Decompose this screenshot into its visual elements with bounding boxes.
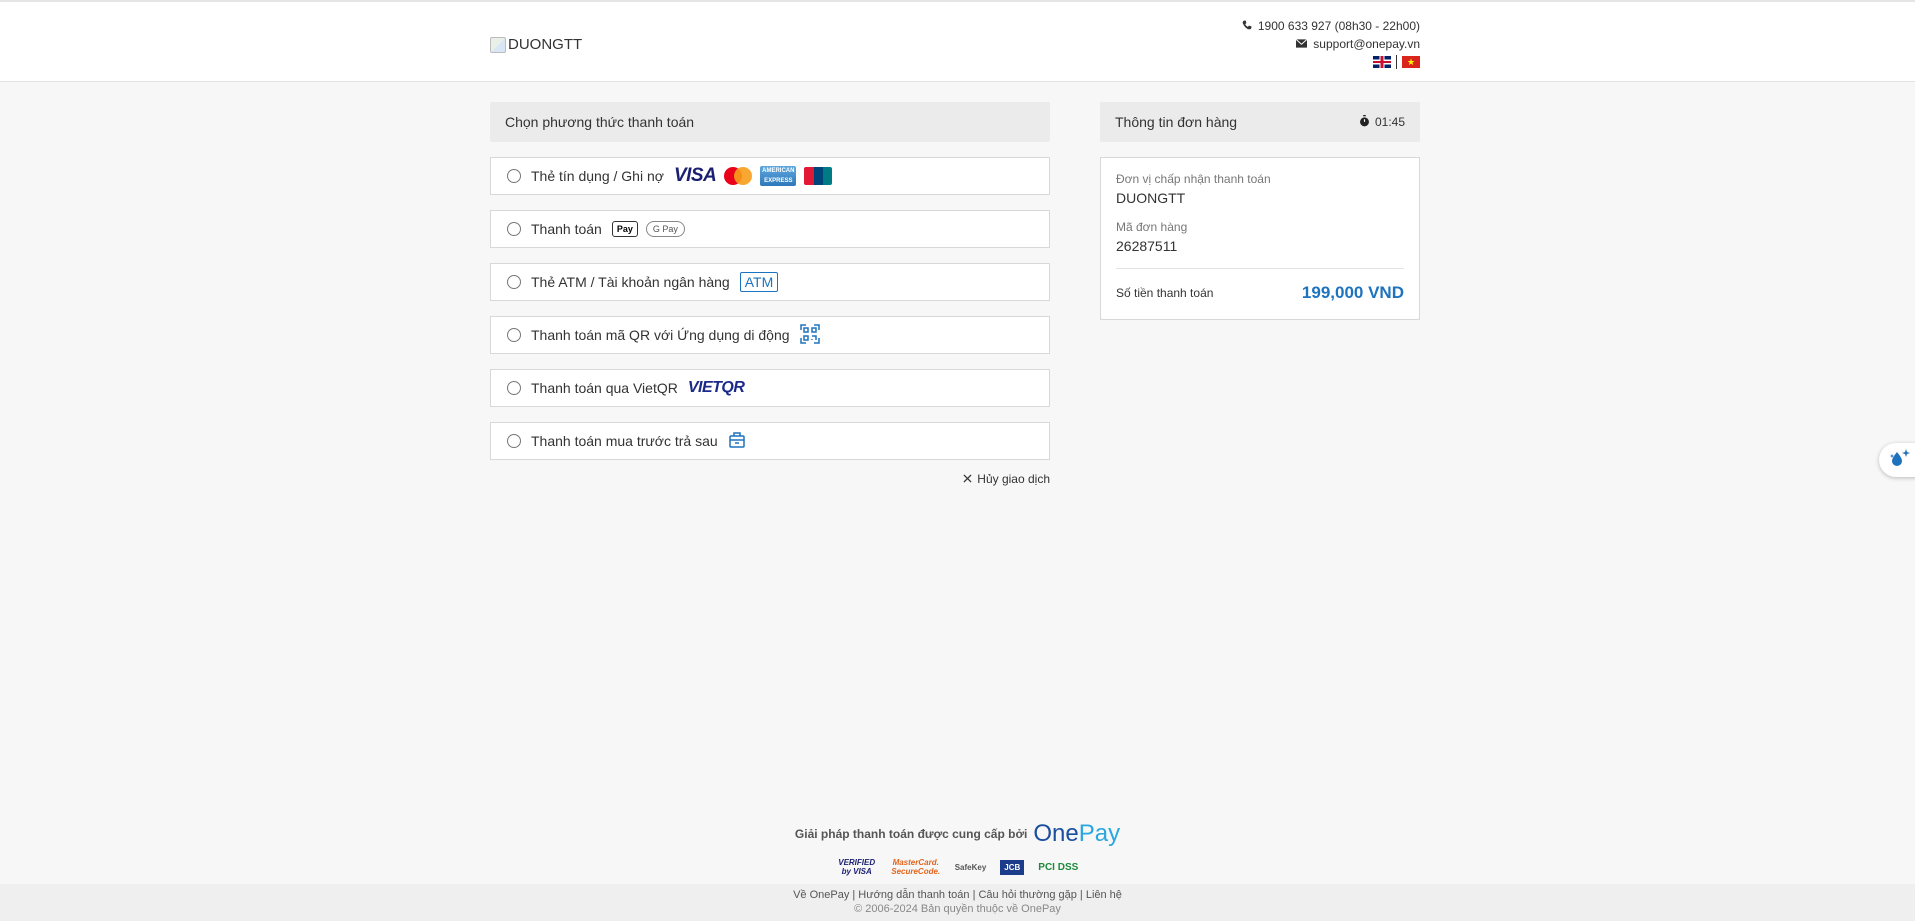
atm-logo: ATM [739, 272, 779, 292]
merchant-value: DUONGTT [1116, 190, 1186, 206]
payment-methods-panel: Chọn phương thức thanh toán Thẻ tín dụng… [490, 102, 1050, 486]
method-card[interactable]: Thẻ tín dụng / Ghi nợ VISA AMERICAN EXPRE… [490, 157, 1050, 195]
bnpl-logos [728, 431, 746, 452]
cancel-transaction-link[interactable]: Hủy giao dịch [963, 472, 1050, 486]
verified-by-visa-badge: VERIFIED by VISA [838, 858, 876, 876]
phone-icon [1242, 17, 1252, 35]
language-separator [1396, 55, 1397, 69]
wallet-logos: Pay G Pay [611, 221, 685, 237]
security-badges: VERIFIED by VISA MasterCard. SecureCode.… [0, 858, 1915, 876]
method-card-radio[interactable] [507, 169, 521, 183]
vietqr-logos: VIETQR [688, 379, 745, 397]
contact-info: 1900 633 927 (08h30 - 22h00) support@one… [1242, 17, 1420, 69]
mastercard-securecode-badge: MasterCard. SecureCode. [891, 858, 941, 876]
close-icon [963, 472, 972, 486]
applepay-logo: Pay [611, 221, 638, 237]
merchant-logo: DUONGTT [490, 36, 582, 53]
total-row: Số tiền thanh toán 199,000 VND [1116, 283, 1404, 303]
pci-dss-badge: PCI DSS [1038, 861, 1079, 873]
copyright: © 2006-2024 Bản quyền thuộc về OnePay [854, 903, 1061, 915]
merchant-label: Đơn vị chấp nhận thanh toán [1116, 172, 1271, 186]
method-card-label: Thẻ tín dụng / Ghi nợ [531, 168, 664, 184]
droplet-sparkle-icon [1889, 448, 1911, 473]
language-switcher: ★ [1242, 55, 1420, 69]
header: DUONGTT 1900 633 927 (08h30 - 22h00) sup… [0, 2, 1915, 82]
vietqr-logo: VIETQR [687, 379, 745, 396]
order-id-value: 26287511 [1116, 238, 1178, 254]
method-vietqr-label: Thanh toán qua VietQR [531, 380, 678, 396]
order-info-header: Thông tin đơn hàng 01:45 [1100, 102, 1420, 142]
onepay-logo-one: One [1033, 820, 1079, 847]
envelope-icon [1295, 35, 1308, 53]
method-bnpl-label: Thanh toán mua trước trả sau [531, 433, 718, 449]
qr-logos [799, 323, 820, 347]
atm-logos: ATM [739, 272, 779, 292]
method-qr-label: Thanh toán mã QR với Ứng dụng di động [531, 327, 790, 343]
merchant-logo-alt: DUONGTT [508, 36, 583, 53]
method-wallet-radio[interactable] [507, 222, 521, 236]
googlepay-logo: G Pay [645, 221, 685, 237]
order-details: Đơn vị chấp nhận thanh toán DUONGTT Mã đ… [1100, 157, 1420, 320]
hotline-text: 1900 633 927 (08h30 - 22h00) [1257, 19, 1420, 33]
method-qr-radio[interactable] [507, 328, 521, 342]
floating-assistant-button[interactable] [1879, 443, 1915, 477]
bag-icon [728, 431, 746, 452]
method-atm-label: Thẻ ATM / Tài khoản ngân hàng [531, 274, 730, 290]
onepay-logo-pay: Pay [1078, 820, 1121, 847]
method-wallet[interactable]: Thanh toán Pay G Pay [490, 210, 1050, 248]
onepay-logo: OnePay [1033, 820, 1120, 848]
order-id-label: Mã đơn hàng [1116, 220, 1188, 234]
timer-value: 01:45 [1374, 115, 1405, 129]
cancel-label[interactable]: Hủy giao dịch [977, 472, 1050, 486]
amex-logo: AMERICAN EXPRESS [760, 166, 797, 186]
countdown-timer: 01:45 [1359, 114, 1405, 130]
method-bnpl-radio[interactable] [507, 434, 521, 448]
brand-text: Giải pháp thanh toán được cung cấp bởi [794, 827, 1028, 841]
method-vietqr-radio[interactable] [507, 381, 521, 395]
payment-methods-header: Chọn phương thức thanh toán [490, 102, 1050, 142]
email-text[interactable]: support@onepay.vn [1313, 35, 1420, 53]
email-row[interactable]: support@onepay.vn [1242, 35, 1420, 53]
order-divider [1116, 268, 1404, 269]
broken-image-icon [490, 36, 506, 53]
applepay-text: Pay [616, 224, 633, 234]
method-bnpl[interactable]: Thanh toán mua trước trả sau [490, 422, 1050, 460]
mastercard-logo [724, 167, 753, 185]
order-info-panel: Thông tin đơn hàng 01:45 Đơn vị chấp nhậ… [1100, 102, 1420, 320]
footer-bottom: Về OnePay | Hướng dẫn thanh toán | Câu h… [0, 884, 1915, 921]
stopwatch-icon [1359, 114, 1370, 130]
method-wallet-label: Thanh toán [531, 221, 602, 237]
english-flag-icon[interactable] [1373, 56, 1391, 68]
jcb-badge: JCB [1000, 859, 1025, 875]
card-logos: VISA AMERICAN EXPRESS [673, 165, 833, 187]
method-vietqr[interactable]: Thanh toán qua VietQR VIETQR [490, 369, 1050, 407]
visa-logo: VISA [673, 165, 717, 186]
method-atm-radio[interactable] [507, 275, 521, 289]
payment-methods-title: Chọn phương thức thanh toán [505, 114, 695, 130]
method-atm[interactable]: Thẻ ATM / Tài khoản ngân hàng ATM [490, 263, 1050, 301]
footer-brand: Giải pháp thanh toán được cung cấp bởi O… [0, 820, 1915, 848]
unionpay-logo [804, 167, 833, 185]
qr-icon [799, 323, 820, 347]
amex-safekey-badge: SafeKey [954, 862, 987, 872]
total-amount: 199,000 VND [1301, 283, 1404, 302]
order-info-title: Thông tin đơn hàng [1115, 114, 1238, 130]
footer-links[interactable]: Về OnePay | Hướng dẫn thanh toán | Câu h… [0, 889, 1915, 901]
hotline-row: 1900 633 927 (08h30 - 22h00) [1242, 17, 1420, 35]
method-qr[interactable]: Thanh toán mã QR với Ứng dụng di động [490, 316, 1050, 354]
total-label: Số tiền thanh toán [1116, 286, 1214, 300]
vietnam-flag-icon[interactable]: ★ [1402, 56, 1420, 68]
